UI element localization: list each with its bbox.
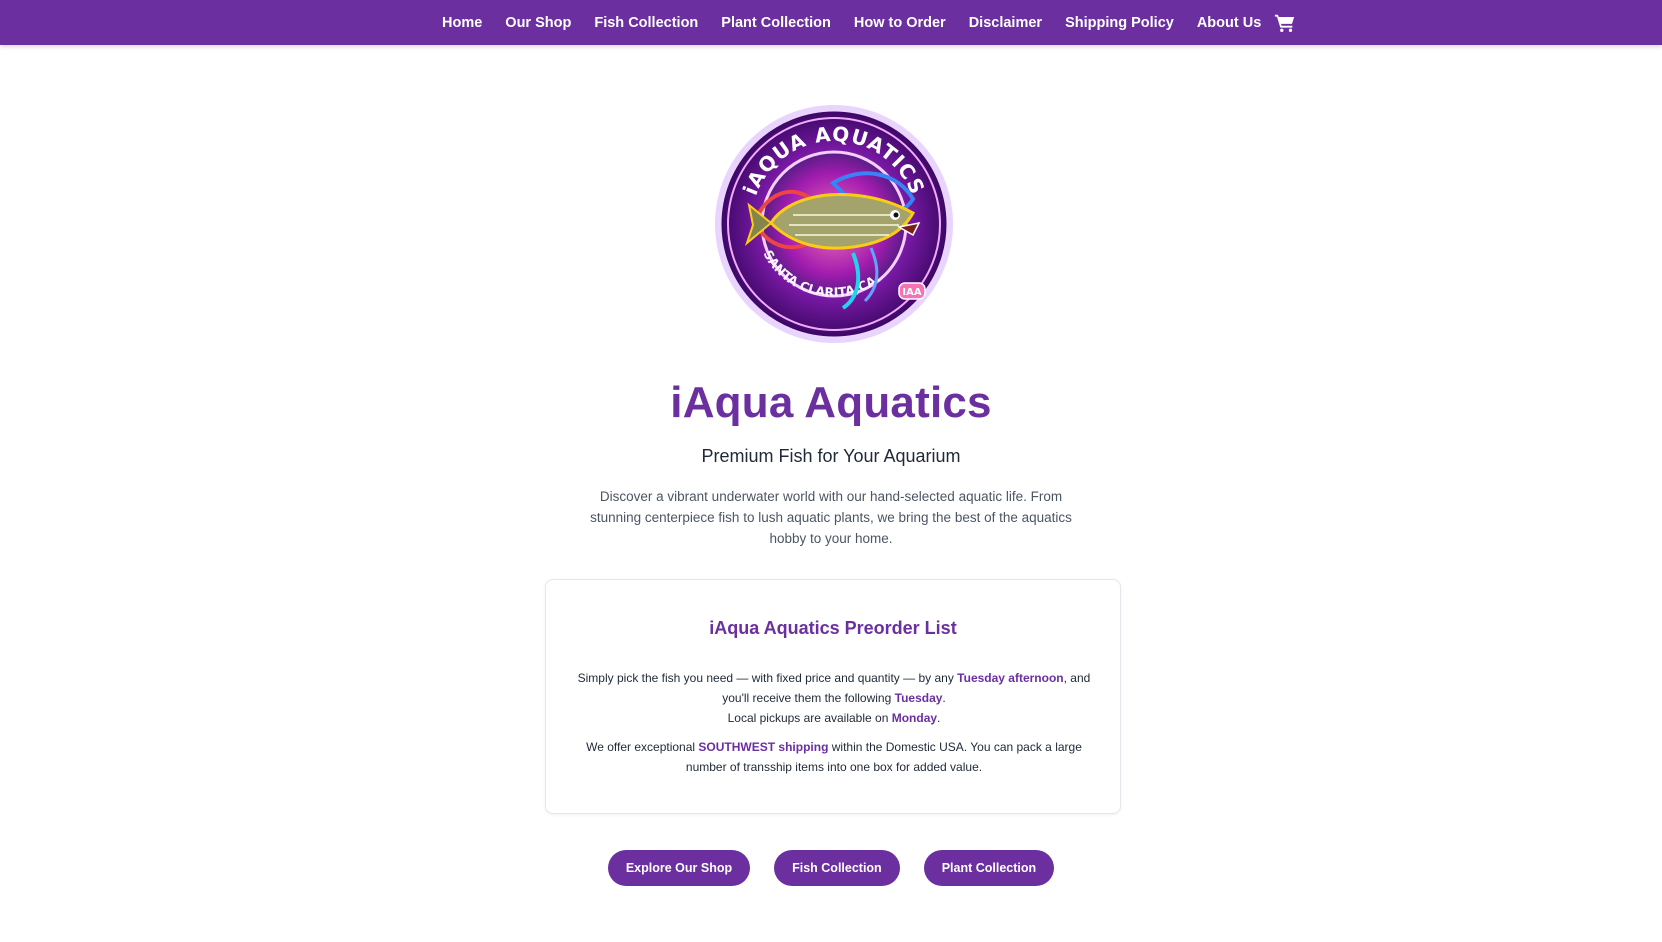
preorder-card: iAqua Aquatics Preorder List Simply pick… [545,579,1121,814]
fish-collection-button[interactable]: Fish Collection [774,850,900,886]
top-navbar: Home Our Shop Fish Collection Plant Coll… [0,0,1662,45]
preorder-title: iAqua Aquatics Preorder List [709,618,957,638]
nav-how-to-order[interactable]: How to Order [854,15,946,31]
highlight-southwest-shipping: SOUTHWEST shipping [698,740,829,754]
nav-home[interactable]: Home [442,15,482,31]
preorder-line-3: We offer exceptional SOUTHWEST shipping … [586,740,1082,774]
preorder-body: Simply pick the fish you need — with fix… [566,668,1102,777]
page-title: iAqua Aquatics [670,378,992,427]
explore-shop-button[interactable]: Explore Our Shop [607,850,751,886]
preorder-line-1: Simply pick the fish you need — with fix… [577,671,1091,705]
intro-text: Discover a vibrant underwater world with… [590,489,1072,546]
nav-shipping-policy[interactable]: Shipping Policy [1065,15,1174,31]
nav-disclaimer[interactable]: Disclaimer [969,15,1042,31]
cta-buttons: Explore Our Shop Fish Collection Plant C… [0,850,1662,886]
brand-logo: iAQUA AQUATICS SANTA CLARITA,CA. IAA [713,103,955,345]
highlight-monday: Monday [891,711,938,725]
nav-about-us[interactable]: About Us [1197,15,1261,31]
logo-badge: IAA [902,287,921,298]
shopping-cart-icon[interactable] [1274,12,1296,34]
highlight-tuesday-afternoon: Tuesday afternoon [957,671,1064,685]
nav-links: Home Our Shop Fish Collection Plant Coll… [442,0,1284,45]
nav-our-shop[interactable]: Our Shop [505,15,571,31]
nav-fish-collection[interactable]: Fish Collection [594,15,698,31]
preorder-line-2: Local pickups are available on Monday. [727,711,941,725]
highlight-tuesday: Tuesday [894,691,943,705]
tagline: Premium Fish for Your Aquarium [701,446,961,466]
plant-collection-button[interactable]: Plant Collection [923,850,1055,886]
nav-plant-collection[interactable]: Plant Collection [721,15,831,31]
